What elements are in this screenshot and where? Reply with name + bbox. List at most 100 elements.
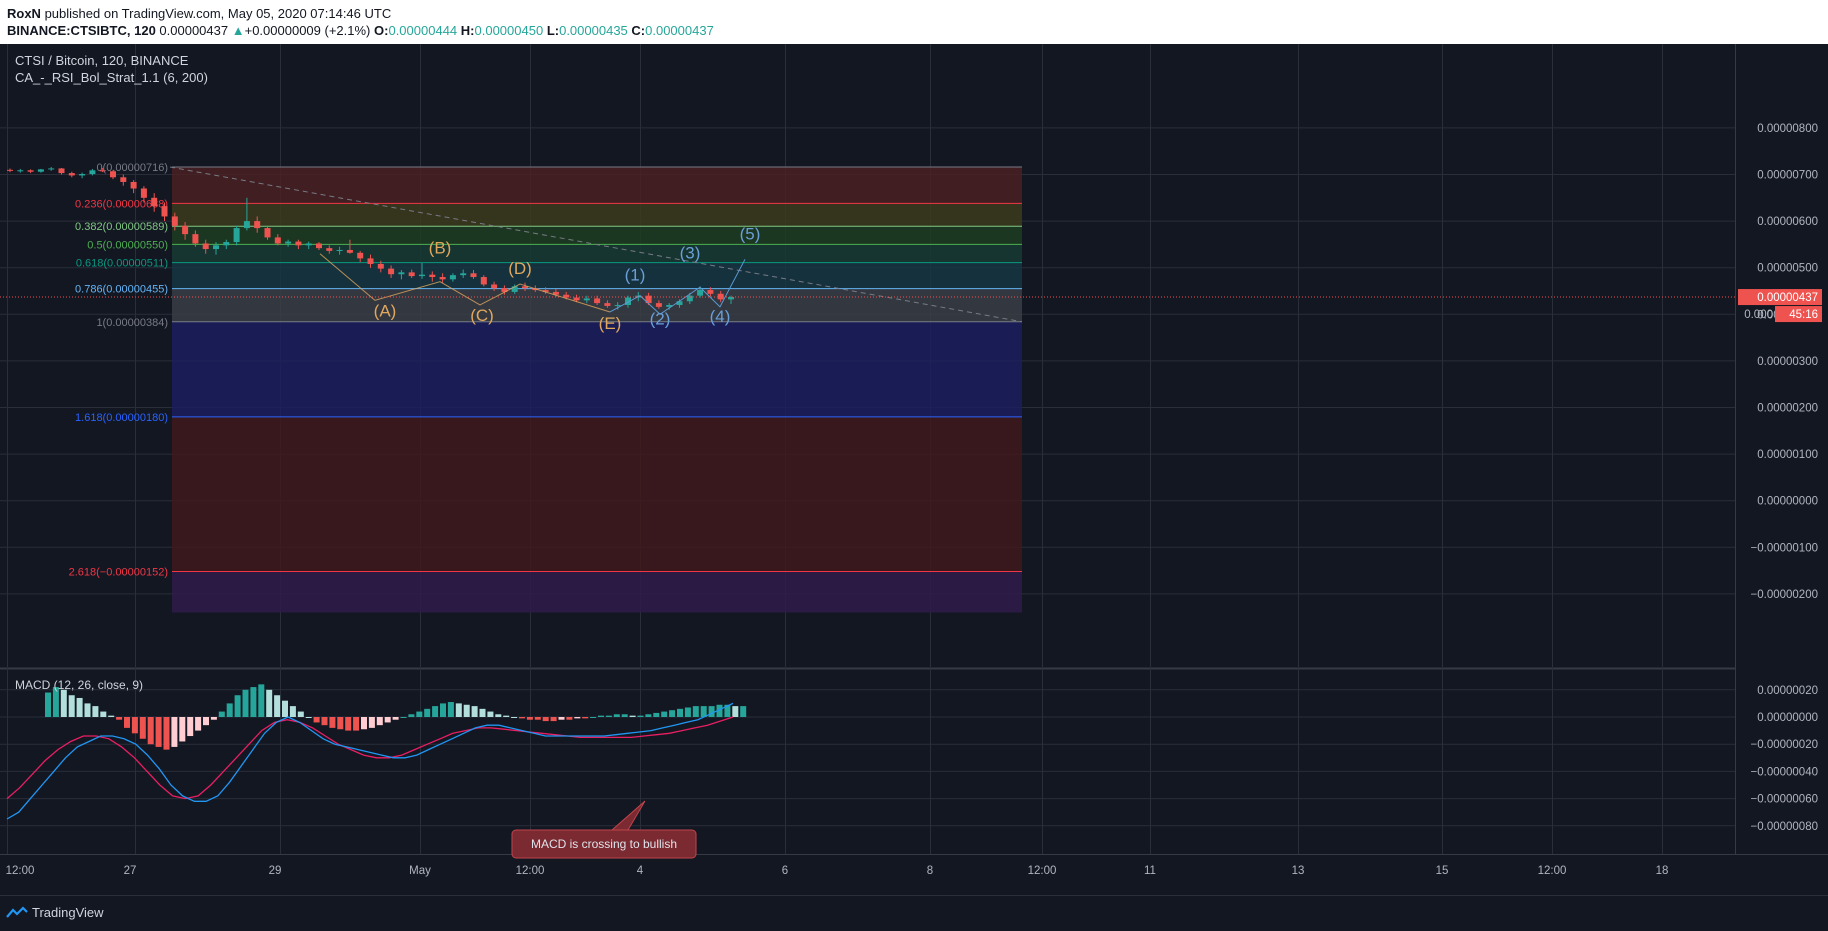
chart-area[interactable]: 0.00000800 0.00000700 0.00000600 0.00000500… [0,44,1828,895]
candle-body [202,243,209,250]
candle-body [285,241,292,244]
macd-histogram-bar [692,706,699,717]
macd-histogram-bar [234,695,241,717]
macd-histogram-bar [84,703,91,717]
candle-body [295,241,302,246]
macd-axis-label: −0.00000040 [1751,766,1818,778]
macd-histogram-bar [297,711,304,717]
macd-histogram-bar [218,711,225,717]
macd-histogram-bar [503,715,510,717]
macd-histogram-bar [605,715,612,717]
macd-histogram-bar [226,703,233,717]
fib-zone [172,416,1022,572]
wave-label: (1) [625,266,646,285]
wave-label: (2) [650,310,671,329]
candle-body [429,274,436,278]
time-axis-label: 6 [782,865,788,877]
time-axis-label: 11 [1144,865,1156,877]
candle-body [439,277,446,280]
price-axis-label: 0.00000000 [1757,496,1818,508]
macd-histogram-bar [171,717,178,747]
macd-histogram-bar [645,714,652,717]
chart-title: CTSI / Bitcoin, 120, BINANCE [15,53,189,68]
candle-body [583,298,590,301]
macd-histogram-bar [345,717,352,731]
chart-canvas[interactable]: 0.00000800 0.00000700 0.00000600 0.00000500… [0,44,1828,895]
macd-histogram-bar [637,715,644,717]
fib-zone [172,203,1022,227]
macd-histogram-bar [282,700,288,717]
macd-histogram-bar [511,717,518,718]
macd-histogram-bar [329,717,336,728]
macd-histogram-bar [124,717,130,728]
macd-histogram-bar [400,717,407,718]
publish-header: RoxN published on TradingView.com, May 0… [0,0,1828,44]
time-axis-label: 15 [1436,865,1449,877]
low-value: 0.00000435 [559,23,628,38]
macd-histogram-bar [392,717,399,720]
candle-body [243,221,250,229]
change-arrow-icon: ▲ [231,23,245,38]
strategy-legend[interactable]: CA_-_RSI_Bol_Strat_1.1 (6, 200) [15,70,208,85]
candle-body [367,258,374,264]
macd-histogram-bar [337,717,344,730]
candle-body [140,188,147,198]
candle-body [17,170,24,172]
price-axis-label: −0.00000100 [1751,542,1818,554]
macd-histogram-bar [76,697,83,717]
macd-histogram-bar [45,692,51,717]
publish-text: published on TradingView.com, May 05, 20… [44,6,392,21]
macd-histogram-bar [163,717,170,750]
macd-histogram-bar [708,706,715,717]
time-axis-label: 18 [1656,865,1669,877]
candle-body [728,297,734,300]
macd-histogram-bar [732,706,739,717]
time-axis-label: 12:00 [1538,865,1567,877]
macd-histogram-bar [305,717,312,718]
macd-histogram-bar [590,717,597,718]
macd-histogram-bar [368,717,375,728]
price-axis-label: 0.00000500 [1757,263,1818,275]
macd-histogram-bar [534,717,541,720]
macd-histogram-bar [487,711,494,717]
close-value: 0.00000437 [645,23,714,38]
macd-legend[interactable]: MACD (12, 26, close, 9) [15,678,143,692]
candle-body [357,252,364,259]
candle-body [604,303,611,306]
candle-body [316,243,322,249]
macd-histogram-bar [313,717,320,723]
macd-histogram-bar [471,706,478,717]
time-axis-label: 12:00 [516,865,545,877]
tradingview-logo[interactable]: TradingView [6,905,104,920]
macd-histogram-bar [558,717,565,720]
author-name[interactable]: RoxN [7,6,41,21]
wave-label: (C) [470,306,494,325]
candle-body [182,225,189,235]
macd-histogram-bar [432,706,439,717]
candle-body [594,298,601,304]
candle-body [48,168,55,170]
candle-body [68,173,75,176]
macd-histogram-bar [424,708,431,717]
candle-body [655,303,662,307]
candle-body [697,290,704,296]
current-price-label: 0.00000437 [1757,292,1818,304]
macd-histogram-bar [440,703,446,717]
macd-histogram-bar [479,708,486,717]
macd-axis-label: −0.00000020 [1751,739,1818,751]
macd-histogram-bar [361,717,367,730]
macd-histogram-bar [203,717,209,726]
candle-body [27,170,34,172]
macd-histogram-bar [108,715,115,717]
macd-histogram-bar [179,717,186,742]
open-label: O: [374,23,389,38]
candle-body [707,290,714,294]
macd-histogram-bar [100,711,107,717]
wave-label: (A) [374,302,397,321]
candle-body [419,274,425,277]
candle-body [377,263,384,269]
brand-label: TradingView [32,905,104,920]
fib-zone [172,262,1022,289]
price-change: +0.00000009 (+2.1%) [244,23,371,38]
candle-body [58,168,65,174]
